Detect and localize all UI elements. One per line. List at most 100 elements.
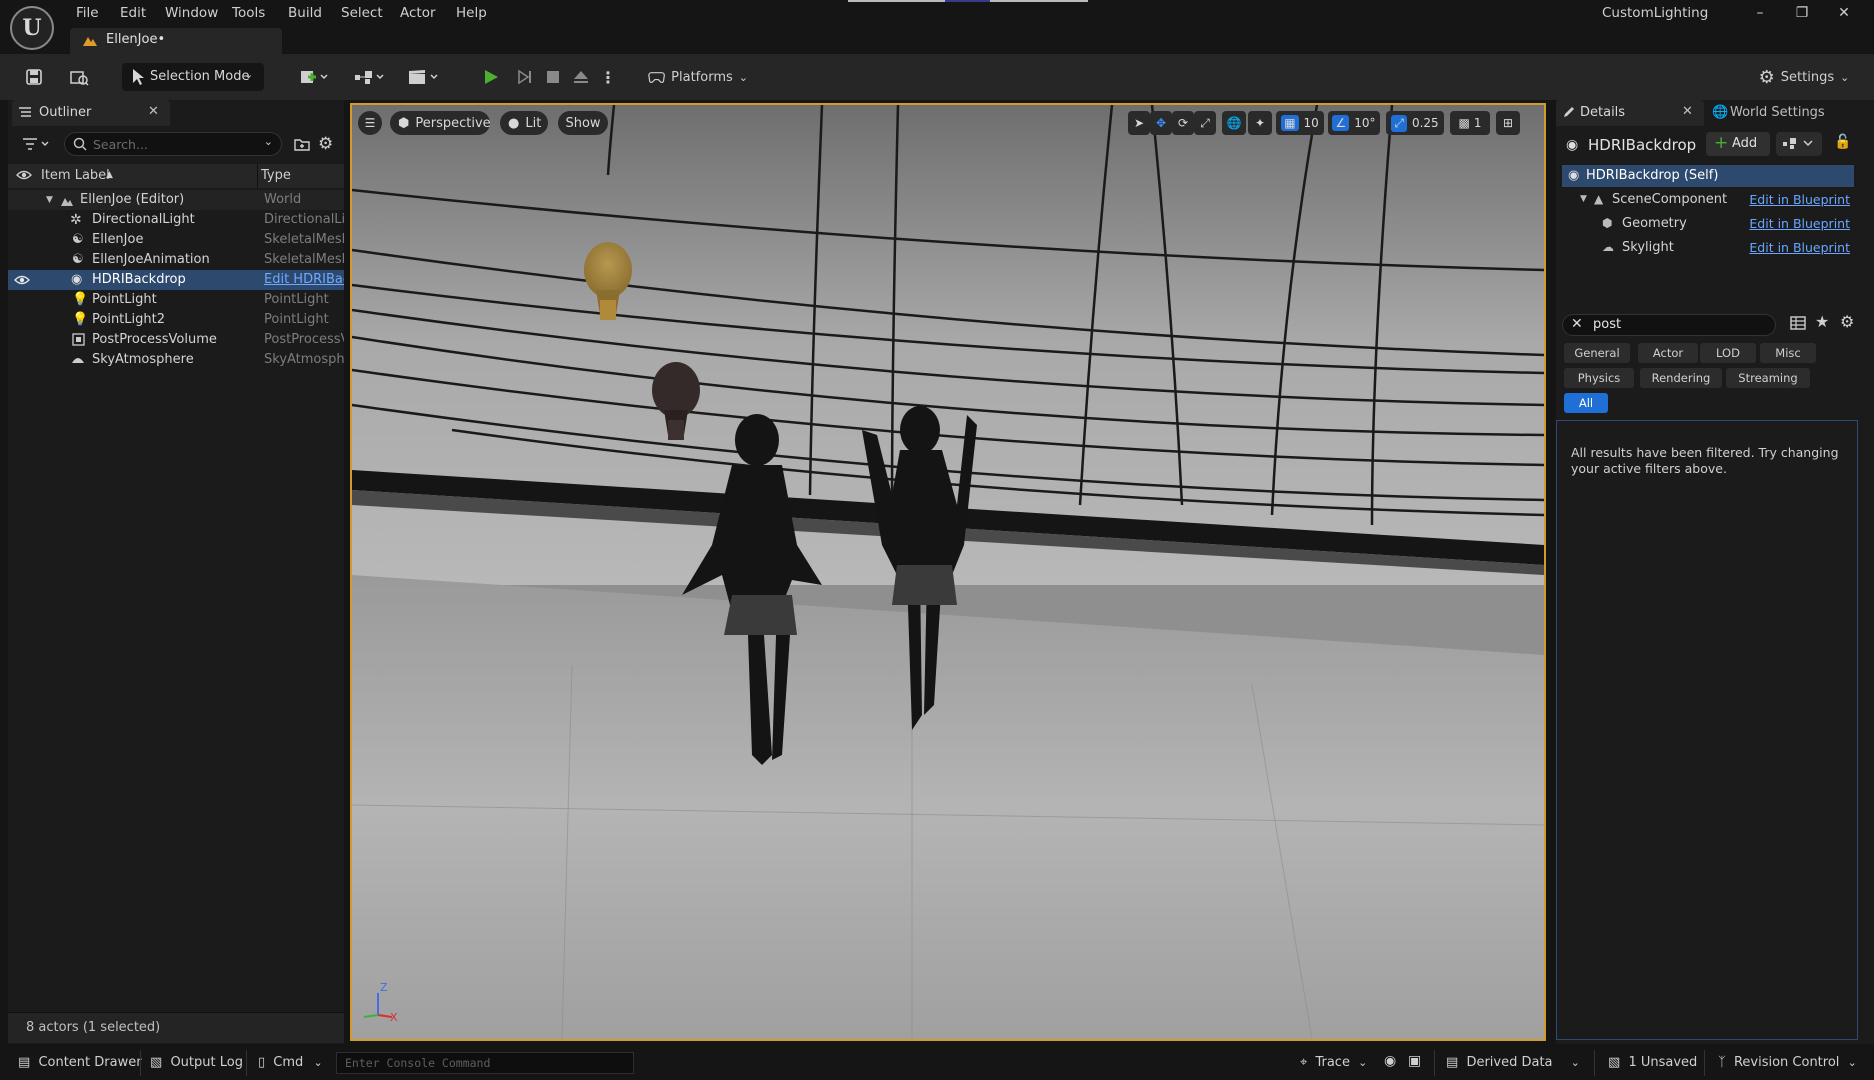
component-row-geometry[interactable]: ⬢ Geometry Edit in Blueprint	[1562, 213, 1854, 235]
add-component-button[interactable]: + Add	[1706, 132, 1770, 156]
console-command-input[interactable]: Enter Console Command	[336, 1052, 634, 1074]
property-matrix-icon[interactable]	[1790, 315, 1806, 331]
filter-general[interactable]: General	[1564, 343, 1630, 363]
maximize-icon[interactable]: ❐	[1788, 2, 1816, 24]
edit-in-blueprint-link[interactable]: Edit in Blueprint	[1749, 216, 1850, 231]
rotate-tool-icon[interactable]: ⟳	[1172, 111, 1194, 135]
edit-blueprint-link[interactable]: Edit HDRIBacl	[264, 272, 344, 287]
expand-arrow-icon[interactable]: ▼	[1580, 194, 1587, 204]
world-space-icon[interactable]: 🌐	[1222, 111, 1246, 135]
viewport-options-menu-icon[interactable]: ☰	[358, 111, 382, 135]
cinematics-icon[interactable]	[404, 64, 444, 90]
menu-help[interactable]: Help	[456, 3, 487, 23]
outliner-row-pointlight2[interactable]: 💡 PointLight2 PointLight	[8, 310, 344, 330]
translate-tool-icon[interactable]: ✥	[1150, 111, 1172, 135]
close-window-icon[interactable]: ✕	[1830, 2, 1858, 24]
outliner-row-ellenjoeanimation[interactable]: ☯ EllenJoeAnimation SkeletalMesh	[8, 250, 344, 270]
component-row-scenecomponent[interactable]: ▼ ▲ SceneComponent Edit in Blueprint	[1562, 189, 1854, 211]
filter-misc[interactable]: Misc	[1760, 343, 1816, 363]
rotation-snap-toggle[interactable]: ∠ 10°	[1328, 111, 1380, 135]
stop-icon[interactable]	[540, 64, 566, 90]
revision-control-dropdown[interactable]: ᛉ Revision Control ⌄	[1718, 1055, 1857, 1070]
minimize-icon[interactable]: –	[1746, 2, 1774, 24]
cmd-dropdown[interactable]: ▯ Cmd ⌄	[258, 1055, 323, 1070]
outliner-row-world[interactable]: ▼ EllenJoe (Editor) World	[8, 190, 344, 210]
lock-icon[interactable]: 🔓	[1834, 134, 1851, 150]
outliner-row-skyatmosphere[interactable]: SkyAtmosphere SkyAtmosphe	[8, 350, 344, 370]
surface-snap-icon[interactable]: ✦	[1248, 111, 1272, 135]
play-options-icon[interactable]: ⋮	[598, 64, 618, 90]
settings-dropdown[interactable]: ⚙ Settings ⌄	[1756, 64, 1852, 90]
menu-file[interactable]: File	[76, 3, 99, 23]
filter-icon[interactable]	[22, 136, 54, 152]
level-viewport[interactable]: ☰ ⬢ Perspective ● Lit Show ➤ ✥ ⟳ ⤢ 🌐 ✦ ▦…	[350, 103, 1546, 1041]
menu-edit[interactable]: Edit	[120, 3, 146, 23]
menu-actor[interactable]: Actor	[400, 3, 436, 23]
content-drawer-button[interactable]: ▤ Content Drawer	[18, 1055, 142, 1070]
filter-actor[interactable]: Actor	[1638, 343, 1698, 363]
grid-snap-toggle[interactable]: ▦ 10	[1276, 111, 1324, 135]
details-settings-icon[interactable]: ⚙	[1840, 312, 1854, 331]
lit-mode-dropdown[interactable]: ● Lit	[500, 111, 548, 135]
unsaved-button[interactable]: ▧ 1 Unsaved	[1608, 1055, 1697, 1070]
column-divider[interactable]	[257, 164, 258, 188]
scale-tool-icon[interactable]: ⤢	[1194, 111, 1216, 135]
edit-in-blueprint-link[interactable]: Edit in Blueprint	[1749, 192, 1850, 207]
filter-lod[interactable]: LOD	[1700, 343, 1756, 363]
browse-content-icon[interactable]	[64, 64, 94, 90]
type-column[interactable]: Type	[261, 168, 291, 183]
filter-streaming[interactable]: Streaming	[1726, 368, 1810, 388]
visibility-eye-icon[interactable]	[14, 273, 30, 287]
outliner-search-input[interactable]: Search... ⌄	[64, 132, 282, 156]
scale-snap-toggle[interactable]: ⤢ 0.25	[1386, 111, 1444, 135]
close-tab-icon[interactable]: ✕	[148, 104, 159, 119]
favorite-star-icon[interactable]: ★	[1815, 312, 1829, 331]
show-dropdown[interactable]: Show	[558, 111, 608, 135]
outliner-tab[interactable]: Outliner ✕	[12, 100, 170, 126]
trace-dropdown[interactable]: ⌖ Trace ⌄	[1300, 1055, 1367, 1070]
menu-tools[interactable]: Tools	[232, 3, 265, 23]
viewport-scene[interactable]	[352, 105, 1544, 1039]
advance-frame-icon[interactable]	[512, 64, 538, 90]
outliner-settings-icon[interactable]: ⚙	[318, 134, 333, 154]
item-label-column[interactable]: Item Label	[41, 168, 110, 183]
level-tab[interactable]: EllenJoe•	[70, 28, 282, 54]
save-icon[interactable]	[20, 64, 48, 90]
edit-in-blueprint-link[interactable]: Edit in Blueprint	[1749, 240, 1850, 255]
filter-physics[interactable]: Physics	[1564, 368, 1634, 388]
viewport-layout-icon[interactable]: ⊞	[1496, 111, 1520, 135]
platforms-dropdown[interactable]: Platforms ⌄	[648, 64, 748, 90]
filter-all[interactable]: All	[1564, 393, 1608, 413]
selection-mode-dropdown[interactable]: Selection Mode ⌄	[122, 63, 264, 91]
eject-icon[interactable]	[568, 64, 594, 90]
menu-build[interactable]: Build	[288, 3, 322, 23]
add-folder-icon[interactable]	[294, 137, 310, 151]
close-tab-icon[interactable]: ✕	[1682, 104, 1693, 119]
outliner-row-postprocessvolume[interactable]: PostProcessVolume PostProcessV	[8, 330, 344, 350]
filter-rendering[interactable]: Rendering	[1640, 368, 1722, 388]
screenshot-icon[interactable]: ▣	[1408, 1053, 1421, 1069]
camera-speed-dropdown[interactable]: ▩ 1	[1450, 111, 1490, 135]
blueprint-options-button[interactable]	[1776, 132, 1822, 156]
outliner-row-hdribackdrop[interactable]: ◉ HDRIBackdrop Edit HDRIBacl	[8, 270, 344, 290]
unreal-logo-icon[interactable]: U	[10, 6, 54, 50]
add-actor-icon[interactable]	[294, 64, 334, 90]
details-tab[interactable]: Details ✕	[1556, 100, 1704, 126]
outliner-row-pointlight[interactable]: 💡 PointLight PointLight	[8, 290, 344, 310]
outliner-row-directionallight[interactable]: ✲ DirectionalLight DirectionalLig	[8, 210, 344, 230]
output-log-button[interactable]: ▧ Output Log	[150, 1055, 243, 1070]
play-icon[interactable]	[478, 64, 504, 90]
component-row-skylight[interactable]: ☁ Skylight Edit in Blueprint	[1562, 237, 1854, 259]
world-settings-tab[interactable]: 🌐 World Settings	[1708, 100, 1858, 126]
clear-search-icon[interactable]: ✕	[1571, 316, 1583, 332]
details-search-input[interactable]: ✕ post	[1562, 314, 1776, 336]
menu-window[interactable]: Window	[165, 3, 218, 23]
blueprint-icon[interactable]	[350, 64, 390, 90]
expand-arrow-icon[interactable]: ▼	[46, 195, 53, 205]
derived-data-dropdown[interactable]: ▤ Derived Data ⌄	[1446, 1055, 1580, 1070]
perspective-dropdown[interactable]: ⬢ Perspective	[390, 111, 491, 135]
component-row-self[interactable]: ◉ HDRIBackdrop (Self)	[1562, 165, 1854, 187]
menu-select[interactable]: Select	[341, 3, 383, 23]
outliner-row-ellenjoe[interactable]: ☯ EllenJoe SkeletalMesh	[8, 230, 344, 250]
record-trace-icon[interactable]: ◉	[1384, 1053, 1396, 1069]
